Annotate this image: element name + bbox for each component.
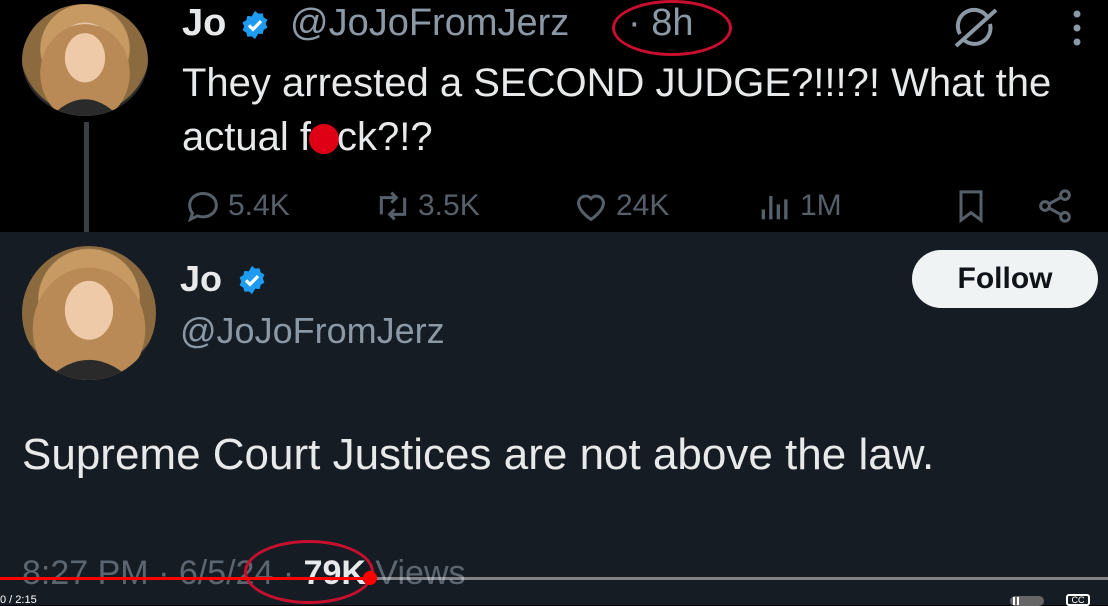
avatar-image bbox=[32, 267, 146, 380]
progress-fill bbox=[0, 577, 371, 580]
bookmark-button[interactable] bbox=[950, 186, 992, 226]
post-time[interactable]: 8:27 PM bbox=[22, 554, 149, 592]
thread-line bbox=[84, 122, 89, 232]
avatar[interactable] bbox=[22, 4, 148, 116]
meta-separator: · bbox=[148, 554, 179, 592]
repost-icon bbox=[379, 191, 407, 221]
repost-count: 3.5K bbox=[418, 189, 480, 222]
like-icon bbox=[576, 194, 606, 222]
top-tweet[interactable]: Jo @JoJoFromJerz · 8h They arrested a SE… bbox=[0, 0, 1108, 232]
views-label: Views bbox=[365, 554, 466, 592]
annotation-circle bbox=[612, 0, 732, 56]
more-icon[interactable] bbox=[1066, 8, 1088, 48]
reply-icon bbox=[187, 191, 218, 223]
avatar-image bbox=[40, 24, 130, 116]
author-handle[interactable]: @JoJoFromJerz bbox=[180, 310, 445, 352]
author-name[interactable]: Jo bbox=[182, 2, 226, 45]
tweet-text-part: ck?!? bbox=[336, 115, 433, 159]
post-text: Supreme Court Justices are not above the… bbox=[22, 430, 935, 479]
bookmark-icon bbox=[959, 190, 983, 224]
verified-badge-icon bbox=[239, 266, 265, 294]
grok-icon[interactable] bbox=[950, 6, 1000, 50]
reply-count: 5.4K bbox=[228, 189, 290, 222]
reply-button[interactable]: 5.4K bbox=[182, 186, 290, 226]
views-button[interactable]: 1M bbox=[754, 186, 842, 226]
time-readout: 0 / 2:15 bbox=[0, 594, 37, 606]
follow-button[interactable]: Follow bbox=[912, 250, 1098, 308]
quoted-post-card[interactable]: Jo @JoJoFromJerz Follow Supreme Court Ju… bbox=[0, 232, 1108, 605]
verified-badge-icon bbox=[242, 11, 268, 39]
video-progress-bar[interactable] bbox=[0, 571, 1108, 585]
author-handle[interactable]: @JoJoFromJerz bbox=[290, 2, 569, 45]
tweet-text: They arrested a SECOND JUDGE?!!!?! What … bbox=[182, 56, 1102, 164]
censor-dot bbox=[308, 124, 339, 154]
like-count: 24K bbox=[616, 189, 670, 222]
views-icon bbox=[761, 196, 788, 220]
progress-scrubber[interactable] bbox=[363, 571, 378, 585]
cc-icon[interactable]: CC bbox=[1066, 594, 1090, 606]
author-name[interactable]: Jo bbox=[180, 258, 222, 300]
avatar[interactable] bbox=[22, 246, 156, 380]
tweet-actions: 5.4K 3.5K 24K 1M bbox=[182, 182, 1082, 232]
like-button[interactable]: 24K bbox=[570, 186, 669, 226]
repost-button[interactable]: 3.5K bbox=[372, 186, 480, 226]
annotation-circle bbox=[244, 540, 374, 604]
view-count: 1M bbox=[800, 189, 842, 222]
share-icon bbox=[1039, 189, 1071, 223]
share-button[interactable] bbox=[1034, 186, 1076, 226]
